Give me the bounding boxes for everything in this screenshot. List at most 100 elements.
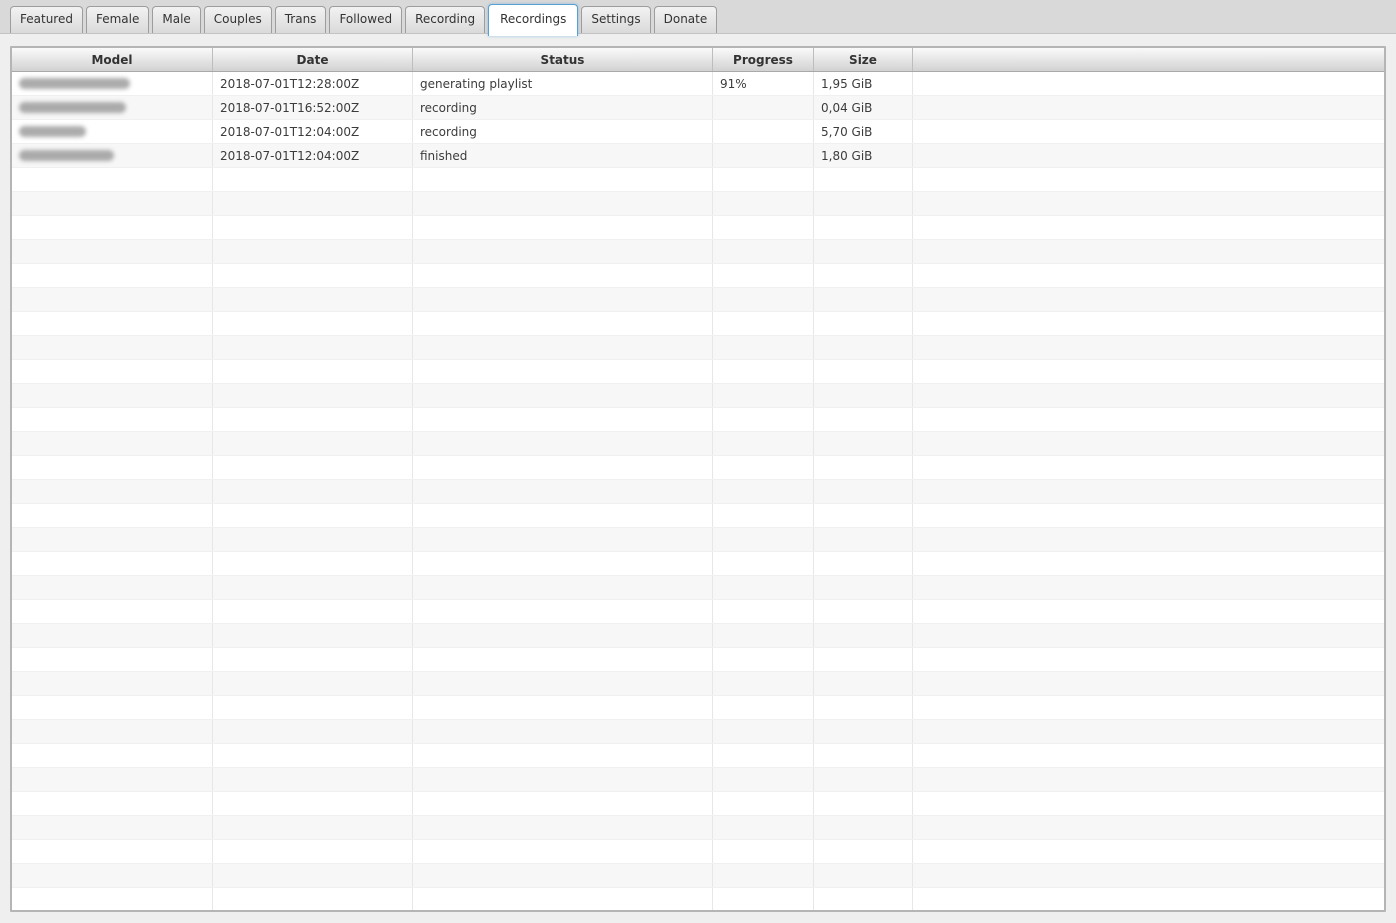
filler-cell xyxy=(913,504,1384,527)
tab-couples[interactable]: Couples xyxy=(203,6,272,33)
progress-cell xyxy=(713,696,814,719)
filler-cell xyxy=(913,288,1384,311)
tab-male[interactable]: Male xyxy=(152,6,201,33)
size-cell xyxy=(814,312,913,335)
progress-cell xyxy=(713,264,814,287)
tab-donate[interactable]: Donate xyxy=(653,6,718,33)
recordings-table: Model Date Status Progress Size 2018-07-01T1… xyxy=(10,46,1386,912)
status-cell xyxy=(413,720,713,743)
model-cell xyxy=(12,888,213,910)
size-cell xyxy=(814,384,913,407)
tab-recording[interactable]: Recording xyxy=(405,6,486,33)
column-header-progress[interactable]: Progress xyxy=(713,48,814,71)
status-cell xyxy=(413,432,713,455)
status-cell xyxy=(413,600,713,623)
size-cell xyxy=(814,456,913,479)
progress-cell xyxy=(713,432,814,455)
model-cell xyxy=(12,672,213,695)
tab-settings[interactable]: Settings xyxy=(581,6,651,33)
tab-recordings[interactable]: Recordings xyxy=(488,4,579,36)
tab-followed[interactable]: Followed xyxy=(329,6,403,33)
date-cell xyxy=(213,576,413,599)
table-row xyxy=(12,240,1384,264)
table-row xyxy=(12,768,1384,792)
model-cell xyxy=(12,264,213,287)
status-cell xyxy=(413,624,713,647)
filler-cell xyxy=(913,96,1384,119)
column-header-status[interactable]: Status xyxy=(413,48,713,71)
model-cell xyxy=(12,528,213,551)
filler-cell xyxy=(913,840,1384,863)
column-header-size[interactable]: Size xyxy=(814,48,913,71)
status-cell xyxy=(413,216,713,239)
tab-bar: Featured Female Male Couples Trans Followed Re… xyxy=(0,0,1396,36)
date-cell xyxy=(213,240,413,263)
progress-cell xyxy=(713,336,814,359)
date-cell xyxy=(213,312,413,335)
model-cell xyxy=(12,336,213,359)
progress-cell xyxy=(713,504,814,527)
size-cell xyxy=(814,744,913,767)
model-cell xyxy=(12,552,213,575)
date-cell xyxy=(213,336,413,359)
redacted-model-name xyxy=(19,102,126,113)
table-row xyxy=(12,648,1384,672)
model-cell xyxy=(12,840,213,863)
date-cell: 2018-07-01T12:04:00Z xyxy=(213,120,413,143)
status-cell xyxy=(413,168,713,191)
tab-featured[interactable]: Featured xyxy=(10,6,83,33)
table-row xyxy=(12,792,1384,816)
size-cell xyxy=(814,648,913,671)
redacted-model-name xyxy=(19,78,130,89)
tab-female[interactable]: Female xyxy=(85,6,150,33)
column-header-model[interactable]: Model xyxy=(12,48,213,71)
table-row xyxy=(12,552,1384,576)
date-cell xyxy=(213,384,413,407)
filler-cell xyxy=(913,696,1384,719)
table-row[interactable]: 2018-07-01T16:52:00Z recording 0,04 GiB xyxy=(12,96,1384,120)
filler-cell xyxy=(913,816,1384,839)
size-cell xyxy=(814,360,913,383)
progress-cell xyxy=(713,744,814,767)
progress-cell xyxy=(713,528,814,551)
date-cell xyxy=(213,864,413,887)
date-cell xyxy=(213,648,413,671)
date-cell xyxy=(213,888,413,910)
table-row xyxy=(12,576,1384,600)
status-cell xyxy=(413,672,713,695)
size-cell xyxy=(814,528,913,551)
progress-cell xyxy=(713,240,814,263)
table-row[interactable]: 2018-07-01T12:04:00Z recording 5,70 GiB xyxy=(12,120,1384,144)
size-cell xyxy=(814,336,913,359)
date-cell xyxy=(213,264,413,287)
filler-cell xyxy=(913,768,1384,791)
table-row xyxy=(12,672,1384,696)
tab-trans[interactable]: Trans xyxy=(274,6,327,33)
model-cell xyxy=(12,744,213,767)
progress-cell xyxy=(713,648,814,671)
redacted-model-name xyxy=(19,150,114,161)
size-cell xyxy=(814,432,913,455)
table-row xyxy=(12,432,1384,456)
progress-cell xyxy=(713,600,814,623)
date-cell xyxy=(213,408,413,431)
progress-cell xyxy=(713,888,814,910)
size-cell xyxy=(814,552,913,575)
table-row[interactable]: 2018-07-01T12:04:00Z finished 1,80 GiB xyxy=(12,144,1384,168)
table-row xyxy=(12,384,1384,408)
size-cell: 1,95 GiB xyxy=(814,72,913,95)
size-cell: 5,70 GiB xyxy=(814,120,913,143)
table-row[interactable]: 2018-07-01T12:28:00Z generating playlist 9… xyxy=(12,72,1384,96)
table-row xyxy=(12,888,1384,910)
progress-cell xyxy=(713,192,814,215)
filler-cell xyxy=(913,552,1384,575)
size-cell xyxy=(814,792,913,815)
model-cell xyxy=(12,576,213,599)
date-cell xyxy=(213,672,413,695)
status-cell xyxy=(413,480,713,503)
filler-cell xyxy=(913,336,1384,359)
column-header-date[interactable]: Date xyxy=(213,48,413,71)
progress-cell xyxy=(713,552,814,575)
size-cell xyxy=(814,504,913,527)
model-cell xyxy=(12,312,213,335)
